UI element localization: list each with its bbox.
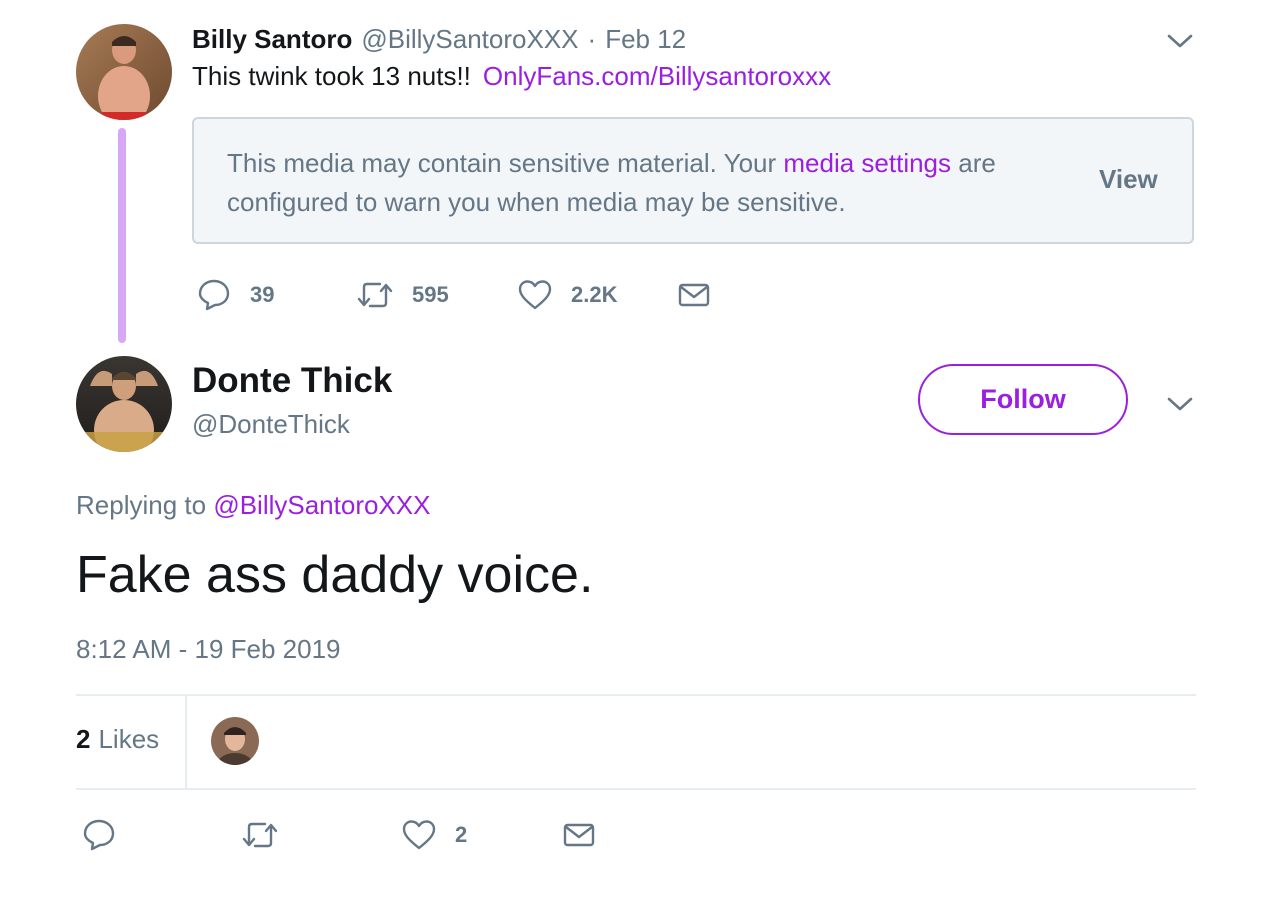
like-count: 2 xyxy=(455,822,468,847)
likes-label: Likes xyxy=(98,724,160,754)
direct-message-button[interactable] xyxy=(677,278,711,312)
reply-icon xyxy=(196,278,232,312)
author-handle[interactable]: @BillySantoroXXX xyxy=(361,24,578,55)
retweet-icon xyxy=(356,278,394,312)
chevron-down-icon[interactable] xyxy=(1166,395,1194,418)
thread-line xyxy=(118,128,126,343)
notice-text-before: This media may contain sensitive materia… xyxy=(227,148,784,178)
reply-icon xyxy=(81,818,117,852)
direct-message-button[interactable] xyxy=(562,818,596,852)
like-count: 2.2K xyxy=(571,282,618,307)
tweet-text-body: This twink took 13 nuts!! xyxy=(192,61,471,91)
author-name[interactable]: Billy Santoro xyxy=(192,24,352,55)
envelope-icon xyxy=(677,278,711,312)
tweet-date[interactable]: Feb 12 xyxy=(605,24,686,55)
author-name[interactable]: Donte Thick xyxy=(192,361,392,401)
like-button[interactable]: 2 xyxy=(401,818,467,852)
like-button[interactable]: 2.2K xyxy=(517,278,617,312)
follow-button[interactable]: Follow xyxy=(918,364,1128,435)
tweet-text: Fake ass daddy voice. xyxy=(76,546,594,604)
divider xyxy=(76,788,1196,790)
retweet-count: 595 xyxy=(412,282,449,307)
likes-count: 2 xyxy=(76,724,91,754)
retweet-button[interactable]: 595 xyxy=(356,278,449,312)
view-button[interactable]: View xyxy=(1099,164,1158,195)
replying-to: Replying to @BillySantoroXXX xyxy=(76,490,430,521)
replying-handle-link[interactable]: @BillySantoroXXX xyxy=(213,490,430,520)
heart-icon xyxy=(401,818,437,852)
retweet-button[interactable] xyxy=(241,818,279,852)
author-handle[interactable]: @DonteThick xyxy=(192,409,350,440)
divider xyxy=(185,696,187,788)
likes-summary[interactable]: 2 Likes xyxy=(76,724,159,755)
envelope-icon xyxy=(562,818,596,852)
avatar[interactable] xyxy=(76,356,172,452)
tweet-link[interactable]: OnlyFans.com/Billysantoroxxx xyxy=(483,61,831,91)
media-settings-link[interactable]: media settings xyxy=(783,148,951,178)
liker-avatar[interactable] xyxy=(211,717,259,765)
tweet-header: Billy Santoro @BillySantoroXXX · Feb 12 xyxy=(192,22,686,56)
avatar[interactable] xyxy=(76,24,172,120)
chevron-down-icon[interactable] xyxy=(1166,32,1194,55)
tweet-timestamp[interactable]: 8:12 AM - 19 Feb 2019 xyxy=(76,634,341,665)
reply-button[interactable]: 39 xyxy=(196,278,274,312)
divider xyxy=(76,694,1196,696)
replying-prefix: Replying to xyxy=(76,490,214,520)
reply-count: 39 xyxy=(250,282,275,307)
reply-button[interactable] xyxy=(81,818,117,852)
sensitive-media-notice: This media may contain sensitive materia… xyxy=(192,117,1194,244)
tweet-text: This twink took 13 nuts!! OnlyFans.com/Bi… xyxy=(192,61,831,92)
sensitive-notice-text: This media may contain sensitive materia… xyxy=(227,144,1087,222)
retweet-icon xyxy=(241,818,279,852)
heart-icon xyxy=(517,278,553,312)
separator: · xyxy=(587,23,597,54)
